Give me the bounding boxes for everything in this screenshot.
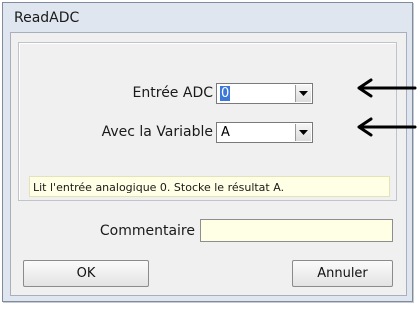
readadc-dialog: ReadADC Entrée ADC 0 Avec la Variable A	[2, 2, 413, 302]
dialog-title: ReadADC	[14, 10, 80, 26]
cancel-button[interactable]: Annuler	[292, 260, 393, 287]
variable-label: Avec la Variable	[101, 124, 213, 140]
comment-label: Commentaire	[99, 223, 195, 239]
arrow-left-icon	[357, 117, 417, 137]
parameters-group: Entrée ADC 0 Avec la Variable A Lit l'en…	[18, 42, 397, 201]
comment-field[interactable]	[200, 219, 393, 242]
instruction-description: Lit l'entrée analogique 0. Stocke le rés…	[29, 176, 390, 197]
ok-button[interactable]: OK	[23, 260, 149, 287]
variable-combobox[interactable]: A	[216, 122, 313, 143]
variable-dropdown-button[interactable]	[295, 124, 311, 141]
adc-input-label: Entrée ADC	[132, 85, 213, 101]
adc-input-dropdown-button[interactable]	[295, 85, 311, 102]
chevron-down-icon	[299, 91, 308, 96]
variable-value: A	[221, 125, 230, 140]
arrow-left-icon	[357, 78, 417, 98]
adc-input-combobox[interactable]: 0	[216, 83, 313, 104]
adc-input-value: 0	[220, 86, 231, 101]
chevron-down-icon	[299, 130, 308, 135]
dialog-client-area: Entrée ADC 0 Avec la Variable A Lit l'en…	[10, 32, 407, 296]
